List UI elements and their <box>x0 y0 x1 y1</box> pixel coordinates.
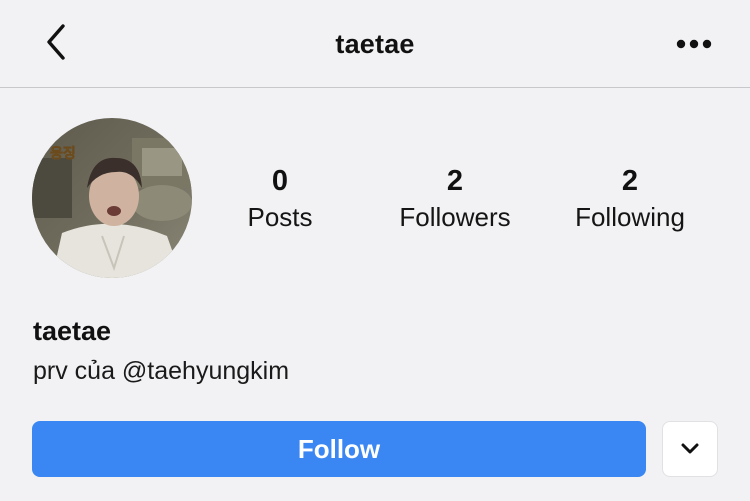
followers-label: Followers <box>399 202 511 232</box>
following-count: 2 <box>621 165 639 197</box>
followers-count: 2 <box>446 165 464 197</box>
page-title: taetae <box>335 28 415 59</box>
profile-avatar[interactable]: 웅징 <box>32 118 192 278</box>
back-button[interactable] <box>36 20 76 64</box>
posts-stat[interactable]: 0 Posts <box>200 164 360 234</box>
profile-bio: prv của @taehyungkim <box>33 357 290 385</box>
more-options-button[interactable] <box>672 24 716 64</box>
chevron-down-icon <box>681 443 699 454</box>
following-label: Following <box>575 202 685 232</box>
suggestions-dropdown-button[interactable] <box>662 421 718 477</box>
chevron-left-icon <box>47 24 65 60</box>
top-navigation-bar: taetae <box>0 0 750 88</box>
posts-count: 0 <box>271 165 289 197</box>
avatar-photo: 웅징 <box>32 118 192 278</box>
follow-button[interactable]: Follow <box>32 421 646 477</box>
profile-name: taetae <box>33 316 112 346</box>
followers-stat[interactable]: 2 Followers <box>375 164 535 234</box>
more-horizontal-icon <box>676 39 712 49</box>
following-stat[interactable]: 2 Following <box>550 164 710 234</box>
avatar-sticker-text: 웅징 <box>50 145 76 162</box>
posts-label: Posts <box>247 202 313 232</box>
